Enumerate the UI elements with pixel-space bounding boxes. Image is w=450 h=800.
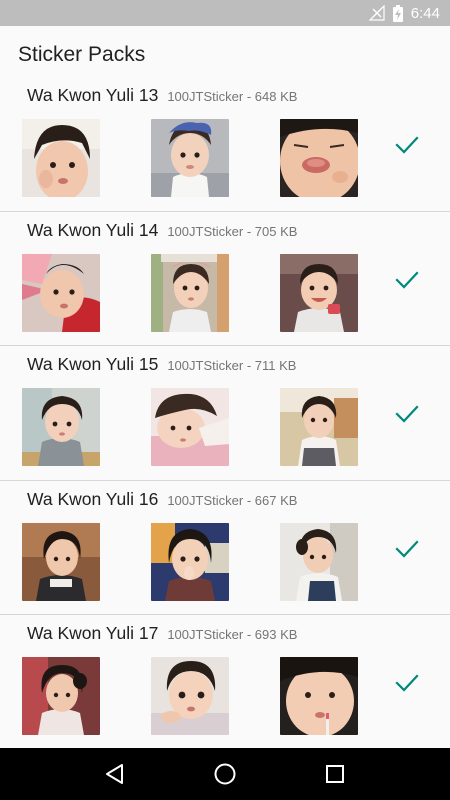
home-icon [214, 763, 236, 785]
pack-publisher: 100JTSticker [167, 492, 244, 508]
added-check-icon [395, 539, 419, 558]
recents-icon [326, 765, 344, 783]
sticker-thumbnail [280, 388, 358, 466]
pack-header: Wa Kwon Yuli 16 100JTSticker - 667 KB [27, 489, 297, 510]
battery-charging-icon [392, 4, 403, 22]
pack-name: Wa Kwon Yuli 15 [27, 354, 159, 374]
sticker-thumbnail [280, 119, 358, 197]
sticker-thumbnail [280, 522, 358, 601]
pack-name: Wa Kwon Yuli 14 [27, 219, 159, 240]
sticker-thumbnail [22, 119, 100, 197]
pack-meta: 100JTSticker - 693 KB [167, 627, 297, 642]
sticker-thumbnail [280, 253, 358, 332]
clock: 6:44 [410, 4, 440, 22]
added-check-icon [395, 270, 419, 289]
pack-name: Wa Kwon Yuli 13 [27, 85, 159, 105]
no-signal-icon [368, 5, 385, 21]
sticker-thumbnail [22, 253, 100, 332]
pack-name: Wa Kwon Yuli 17 [27, 623, 159, 643]
system-nav-bar [0, 748, 450, 800]
pack-size: 667 KB [254, 492, 298, 508]
sticker-pack-item[interactable]: Wa Kwon Yuli 14 100JTSticker - 705 KB [0, 212, 450, 346]
sticker-pack-item[interactable]: Wa Kwon Yuli 13 100JTSticker - 648 KB [0, 77, 450, 212]
pack-separator: - [246, 358, 252, 373]
pack-meta: 100JTSticker - 648 KB [167, 89, 297, 104]
pack-meta: 100JTSticker - 667 KB [167, 493, 297, 508]
pack-size: 648 KB [254, 89, 298, 104]
home-button[interactable] [205, 754, 245, 794]
sticker-previews [22, 657, 358, 735]
sticker-thumbnail [22, 657, 100, 735]
sticker-thumbnail [151, 522, 229, 601]
sticker-previews [22, 388, 358, 466]
pack-meta: 100JTSticker - 705 KB [167, 224, 297, 239]
added-check-icon [395, 136, 419, 154]
sticker-thumbnail [151, 253, 229, 332]
pack-meta: 100JTSticker - 711 KB [167, 358, 296, 373]
sticker-pack-item[interactable]: Wa Kwon Yuli 15 100JTSticker - 711 KB [0, 346, 450, 481]
pack-publisher: 100JTSticker [167, 89, 244, 104]
pack-separator: - [246, 492, 252, 508]
pack-header: Wa Kwon Yuli 14 100JTSticker - 705 KB [27, 220, 297, 241]
recents-button[interactable] [315, 754, 355, 794]
app-toolbar: Sticker Packs [0, 26, 450, 84]
added-check-icon [395, 405, 419, 423]
sticker-previews [22, 119, 358, 197]
back-icon [106, 764, 123, 784]
status-bar: 6:44 [0, 0, 450, 26]
sticker-thumbnail [151, 119, 229, 197]
sticker-previews [22, 522, 358, 601]
pack-separator: - [246, 627, 252, 642]
pack-header: Wa Kwon Yuli 15 100JTSticker - 711 KB [27, 354, 296, 375]
pack-publisher: 100JTSticker [167, 627, 244, 642]
page-title: Sticker Packs [18, 43, 146, 66]
pack-size: 705 KB [254, 223, 298, 239]
pack-publisher: 100JTSticker [167, 223, 244, 239]
sticker-pack-item[interactable]: Wa Kwon Yuli 17 100JTSticker - 693 KB [0, 615, 450, 748]
pack-size: 711 KB [254, 358, 297, 373]
sticker-thumbnail [22, 522, 100, 601]
sticker-thumbnail [22, 388, 100, 466]
sticker-thumbnail [151, 388, 229, 466]
pack-header: Wa Kwon Yuli 13 100JTSticker - 648 KB [27, 85, 297, 106]
pack-size: 693 KB [254, 627, 298, 642]
sticker-thumbnail [280, 657, 358, 735]
pack-separator: - [246, 223, 252, 239]
sticker-pack-list[interactable]: Wa Kwon Yuli 13 100JTSticker - 648 KB Wa… [0, 77, 450, 748]
pack-separator: - [246, 89, 252, 104]
back-button[interactable] [95, 754, 135, 794]
sticker-previews [22, 253, 358, 332]
sticker-pack-item[interactable]: Wa Kwon Yuli 16 100JTSticker - 667 KB [0, 481, 450, 615]
pack-name: Wa Kwon Yuli 16 [27, 488, 159, 509]
sticker-thumbnail [151, 657, 229, 735]
pack-header: Wa Kwon Yuli 17 100JTSticker - 693 KB [27, 623, 297, 644]
added-check-icon [395, 674, 419, 692]
pack-publisher: 100JTSticker [167, 358, 244, 373]
